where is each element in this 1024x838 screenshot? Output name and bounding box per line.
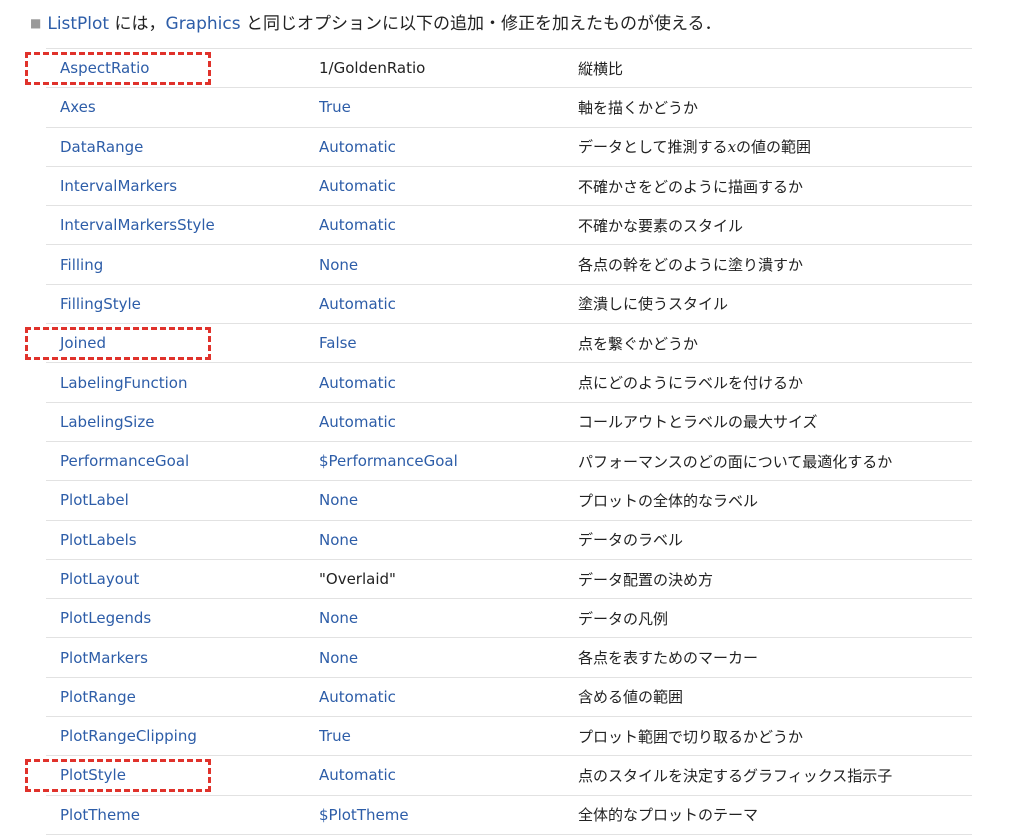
option-description: 全体的なプロットのテーマ xyxy=(578,794,972,835)
option-name-link[interactable]: PlotRange xyxy=(46,676,319,717)
intro-sentence: ■ ListPlot には，Graphics と同じオプションに以下の追加・修正を… xyxy=(30,12,1010,35)
option-row: PlotLegends None データの凡例 xyxy=(46,598,972,638)
option-row: PlotLabels None データのラベル xyxy=(46,519,972,560)
option-row: LabelingFunction Automatic 点にどのようにラベルを付けるか xyxy=(46,362,972,403)
option-name-link[interactable]: Joined xyxy=(46,323,319,363)
option-description: 点を繋ぐかどうか xyxy=(578,323,972,363)
option-default-value[interactable]: Automatic xyxy=(319,362,578,403)
option-default-value[interactable]: Automatic xyxy=(319,126,578,167)
option-default-value[interactable]: Automatic xyxy=(319,755,578,796)
option-name-link[interactable]: LabelingFunction xyxy=(46,362,319,403)
option-description: データの凡例 xyxy=(578,598,972,638)
option-description: 点のスタイルを決定するグラフィックス指示子 xyxy=(578,755,972,796)
option-name-link[interactable]: PlotLabel xyxy=(46,480,319,521)
option-row: PlotLabel None プロットの全体的なラベル xyxy=(46,480,972,521)
option-name-link[interactable]: PlotTheme xyxy=(46,794,319,835)
option-row: FillingStyle Automatic 塗潰しに使うスタイル xyxy=(46,283,972,324)
option-default-value[interactable]: None xyxy=(319,519,578,560)
option-description: 点にどのようにラベルを付けるか xyxy=(578,362,972,403)
graphics-link[interactable]: Graphics xyxy=(166,14,241,34)
option-name-link[interactable]: PlotLayout xyxy=(46,558,319,599)
option-default-value[interactable]: False xyxy=(319,323,578,363)
option-default-value[interactable]: Automatic xyxy=(319,676,578,717)
option-row: PerformanceGoal $PerformanceGoal パフォーマンスのど… xyxy=(46,440,972,481)
option-name-link[interactable]: PerformanceGoal xyxy=(46,440,319,481)
option-default-value: 1/GoldenRatio xyxy=(319,47,578,88)
option-row: LabelingSize Automatic コールアウトとラベルの最大サイズ xyxy=(46,401,972,442)
option-description: 各点の幹をどのように塗り潰すか xyxy=(578,244,972,285)
option-default-value[interactable]: True xyxy=(319,87,578,128)
option-name-link[interactable]: IntervalMarkers xyxy=(46,165,319,206)
option-name-link[interactable]: PlotMarkers xyxy=(46,637,319,678)
option-default-value[interactable]: None xyxy=(319,637,578,678)
option-description: データ配置の決め方 xyxy=(578,558,972,599)
bullet-icon: ■ xyxy=(30,16,42,30)
option-row: Filling None 各点の幹をどのように塗り潰すか xyxy=(46,244,972,285)
option-default-value: "Overlaid" xyxy=(319,558,578,599)
option-name-link[interactable]: AspectRatio xyxy=(46,47,319,88)
option-default-value[interactable]: None xyxy=(319,598,578,638)
option-name-link[interactable]: LabelingSize xyxy=(46,401,319,442)
option-name-link[interactable]: FillingStyle xyxy=(46,283,319,324)
option-default-value[interactable]: $PerformanceGoal xyxy=(319,440,578,481)
intro-text-1: には， xyxy=(109,14,166,34)
option-description: コールアウトとラベルの最大サイズ xyxy=(578,401,972,442)
option-row: IntervalMarkersStyle Automatic 不確かな要素のスタイル xyxy=(46,205,972,245)
option-row: AspectRatio 1/GoldenRatio 縦横比 xyxy=(46,47,972,88)
option-default-value[interactable]: $PlotTheme xyxy=(319,794,578,835)
option-description: 含める値の範囲 xyxy=(578,676,972,717)
option-name-link[interactable]: DataRange xyxy=(46,126,319,167)
option-row: PlotStyle Automatic 点のスタイルを決定するグラフィックス指示子 xyxy=(46,755,972,796)
option-description: データとして推測するxの値の範囲 xyxy=(578,126,972,167)
option-row: DataRange Automatic データとして推測するxの値の範囲 xyxy=(46,126,972,167)
option-default-value[interactable]: Automatic xyxy=(319,165,578,206)
option-default-value[interactable]: None xyxy=(319,244,578,285)
option-description: 不確かさをどのように描画するか xyxy=(578,165,972,206)
option-description: プロットの全体的なラベル xyxy=(578,480,972,521)
option-row: PlotRange Automatic 含める値の範囲 xyxy=(46,676,972,717)
option-row: PlotLayout "Overlaid" データ配置の決め方 xyxy=(46,558,972,599)
option-name-link[interactable]: PlotLabels xyxy=(46,519,319,560)
option-row: Joined False 点を繋ぐかどうか xyxy=(46,323,972,363)
option-row: PlotRangeClipping True プロット範囲で切り取るかどうか xyxy=(46,716,972,756)
option-name-link[interactable]: PlotRangeClipping xyxy=(46,716,319,756)
option-row: PlotTheme $PlotTheme 全体的なプロットのテーマ xyxy=(46,794,972,835)
options-table: AspectRatio 1/GoldenRatio 縦横比 Axes True 軸を描くか… xyxy=(46,47,972,835)
option-description: プロット範囲で切り取るかどうか xyxy=(578,716,972,756)
option-default-value[interactable]: Automatic xyxy=(319,205,578,245)
option-description: 縦横比 xyxy=(578,47,972,88)
option-default-value[interactable]: None xyxy=(319,480,578,521)
option-default-value[interactable]: Automatic xyxy=(319,401,578,442)
option-name-link[interactable]: Filling xyxy=(46,244,319,285)
option-description: 塗潰しに使うスタイル xyxy=(578,283,972,324)
option-description: パフォーマンスのどの面について最適化するか xyxy=(578,440,972,481)
option-name-link[interactable]: IntervalMarkersStyle xyxy=(46,205,319,245)
option-default-value[interactable]: True xyxy=(319,716,578,756)
option-row: Axes True 軸を描くかどうか xyxy=(46,87,972,128)
option-description: 不確かな要素のスタイル xyxy=(578,205,972,245)
option-description: データのラベル xyxy=(578,519,972,560)
option-row: IntervalMarkers Automatic 不確かさをどのように描画するか xyxy=(46,165,972,206)
option-default-value[interactable]: Automatic xyxy=(319,283,578,324)
listplot-link[interactable]: ListPlot xyxy=(47,14,109,34)
option-name-link[interactable]: Axes xyxy=(46,87,319,128)
option-description: 各点を表すためのマーカー xyxy=(578,637,972,678)
option-row: PlotMarkers None 各点を表すためのマーカー xyxy=(46,637,972,678)
option-name-link[interactable]: PlotLegends xyxy=(46,598,319,638)
intro-text-2: と同じオプションに以下の追加・修正を加えたものが使える． xyxy=(240,14,722,34)
option-description: 軸を描くかどうか xyxy=(578,87,972,128)
option-name-link[interactable]: PlotStyle xyxy=(46,755,319,796)
